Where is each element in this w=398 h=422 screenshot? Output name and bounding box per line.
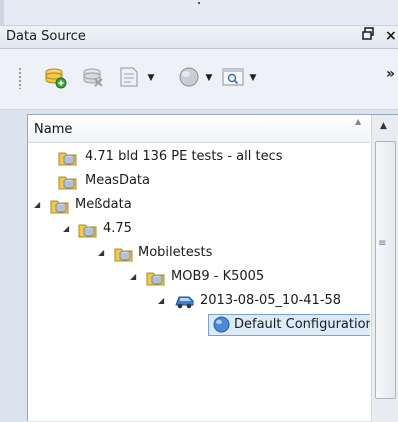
- expanded-toggle-icon[interactable]: ◢: [158, 297, 166, 305]
- toolbar-overflow-icon[interactable]: »: [386, 66, 395, 82]
- close-icon[interactable]: ×: [385, 27, 398, 45]
- scrollbar-thumb[interactable]: [375, 141, 396, 399]
- column-header-name[interactable]: Name ▲: [28, 115, 370, 143]
- tree-item-label: 4.75: [103, 221, 132, 236]
- tree-item-label: Meßdata: [75, 197, 132, 212]
- document-dropdown-icon[interactable]: ▼: [146, 73, 156, 83]
- sphere-icon[interactable]: [176, 64, 202, 90]
- top-strip-edge: [0, 0, 4, 25]
- tree-item-label: Default Configuration: [234, 317, 370, 332]
- panel-title: Data Source: [6, 29, 86, 44]
- tree-item[interactable]: MeasData: [28, 170, 370, 194]
- toolbar-grip[interactable]: [18, 67, 22, 89]
- preview-dropdown-icon[interactable]: ▼: [248, 73, 258, 83]
- datasource-tree: Name ▲ ▲ ≡ 4.71 bld 136 PE tests - all t…: [27, 114, 398, 422]
- scroll-up-icon[interactable]: ▲: [380, 121, 387, 131]
- tree-item-selected[interactable]: Default Configuration: [28, 314, 370, 338]
- database-folder-icon: [114, 244, 133, 263]
- sphere-dropdown-icon[interactable]: ▼: [204, 73, 214, 83]
- toolbar: ▼ ▼ ▼ »: [0, 49, 398, 110]
- expanded-toggle-icon[interactable]: ◢: [34, 201, 42, 209]
- vertical-scrollbar[interactable]: ▲ ≡: [371, 115, 398, 422]
- tree-item[interactable]: ◢ Mobiletests: [28, 242, 370, 266]
- column-header-label: Name: [34, 122, 73, 137]
- expanded-toggle-icon[interactable]: ◢: [98, 249, 106, 257]
- tree-item[interactable]: ◢ 4.75: [28, 218, 370, 242]
- expanded-toggle-icon[interactable]: ◢: [63, 225, 71, 233]
- remove-datasource-icon[interactable]: [80, 64, 106, 90]
- tree-item-label: 2013-08-05_10-41-58: [200, 293, 342, 308]
- top-strip-mark: [198, 2, 200, 4]
- pin-icon[interactable]: [362, 27, 376, 46]
- configuration-sphere-icon: [212, 315, 231, 334]
- database-folder-icon: [58, 148, 77, 167]
- document-icon[interactable]: [116, 64, 142, 90]
- tree-item-label: MeasData: [85, 173, 150, 188]
- database-folder-icon: [58, 172, 77, 191]
- panel-header: Data Source ×: [0, 26, 398, 49]
- tree-item[interactable]: ◢ 2013-08-05_10-41-58: [28, 290, 370, 314]
- database-folder-icon: [146, 268, 165, 287]
- database-folder-icon: [78, 220, 97, 239]
- tree-item-label: MOB9 - K5005: [171, 269, 265, 284]
- scrollbar-grip-icon: ≡: [378, 238, 387, 249]
- preview-window-icon[interactable]: [220, 64, 246, 90]
- top-strip: [0, 0, 398, 26]
- database-folder-icon: [50, 196, 69, 215]
- tree-item-label: Mobiletests: [138, 245, 213, 260]
- expanded-toggle-icon[interactable]: ◢: [130, 273, 138, 281]
- tree-item-label: 4.71 bld 136 PE tests - all tecs: [85, 149, 283, 164]
- add-datasource-icon[interactable]: [42, 64, 68, 90]
- tree-item[interactable]: ◢ MOB9 - K5005: [28, 266, 370, 290]
- vehicle-icon: [174, 292, 194, 311]
- sort-ascending-icon: ▲: [355, 117, 362, 126]
- tree-item[interactable]: ◢ Meßdata: [28, 194, 370, 218]
- tree-item[interactable]: 4.71 bld 136 PE tests - all tecs: [28, 146, 370, 170]
